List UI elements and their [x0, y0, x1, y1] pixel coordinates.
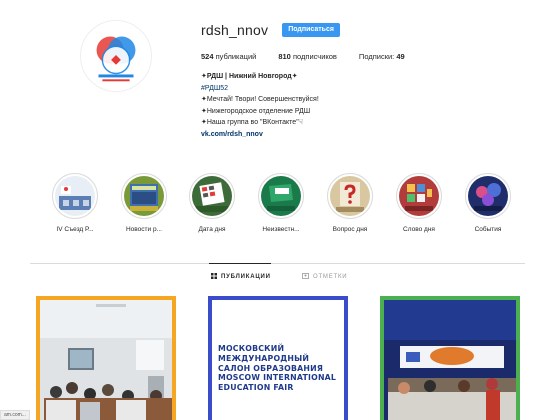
word-icon — [399, 176, 439, 216]
expo-banner-text: МОСКОВСКИЙ МЕЖДУНАРОДНЫЙ САЛОН ОБРАЗОВАН… — [218, 344, 336, 393]
story-highlight[interactable]: Неизвестн... — [251, 173, 311, 233]
forum-photo — [380, 296, 520, 420]
bio-link[interactable]: vk.com/rdsh_nnov — [201, 129, 319, 141]
story-ring — [327, 173, 373, 219]
grid-icon — [211, 273, 217, 281]
profile-stats: 524 публикаций 810 подписчиков Подписки:… — [201, 52, 427, 61]
follow-button[interactable]: Подписаться — [282, 23, 340, 37]
story-ring — [52, 173, 98, 219]
profile-username: rdsh_nnov — [201, 22, 269, 38]
story-highlight[interactable]: События — [458, 173, 518, 233]
posts-count-value: 524 — [201, 52, 214, 61]
story-highlight[interactable]: Вопрос дня — [320, 173, 380, 233]
story-ring — [396, 173, 442, 219]
post-thumbnail[interactable] — [36, 296, 176, 420]
facts-icon — [261, 176, 301, 216]
congress-photo-icon — [55, 176, 95, 216]
status-bar-url: am.com... — [0, 410, 30, 420]
classroom-photo — [36, 296, 176, 420]
followers-count-label: подписчиков — [292, 52, 337, 61]
story-label: Слово дня — [403, 226, 435, 233]
story-label: Дата дня — [198, 226, 226, 233]
question-icon — [330, 176, 370, 216]
tab-tagged-label: ОТМЕТКИ — [313, 274, 348, 280]
expo-line: МОСКОВСКИЙ — [218, 344, 285, 353]
post-thumbnail[interactable] — [380, 296, 520, 420]
expo-line: МЕЖДУНАРОДНЫЙ — [218, 353, 310, 363]
story-highlights: IV Съезд Р... Новости р... Дата дня Неиз… — [40, 173, 520, 243]
tabs-divider — [30, 263, 525, 264]
story-highlight[interactable]: Слово дня — [389, 173, 449, 233]
story-label: IV Съезд Р... — [56, 226, 94, 233]
followers-count[interactable]: 810 подписчиков — [278, 52, 337, 61]
bio-hashtag[interactable]: #РДШ52 — [201, 83, 319, 95]
active-tab-indicator — [209, 263, 271, 264]
following-count[interactable]: Подписки: 49 — [359, 52, 405, 61]
story-highlight[interactable]: Новости р... — [114, 173, 174, 233]
story-highlight[interactable]: Дата дня — [182, 173, 242, 233]
expo-line: EDUCATION FAIR — [218, 383, 294, 393]
posts-count-label: публикаций — [215, 52, 257, 61]
story-ring — [189, 173, 235, 219]
news-photo-icon — [124, 176, 164, 216]
events-icon — [468, 176, 508, 216]
story-ring — [465, 173, 511, 219]
story-ring — [121, 173, 167, 219]
profile-bio: ✦РДШ | Нижний Новгород✦ #РДШ52 ✦Мечтай! … — [201, 71, 319, 140]
rdsh-logo-icon — [81, 21, 151, 91]
bio-line-1: ✦Мечтай! Твори! Совершенствуйся! — [201, 96, 319, 103]
bio-title: ✦РДШ | Нижний Новгород✦ — [201, 73, 298, 80]
following-count-value: 49 — [396, 52, 405, 61]
profile-avatar[interactable] — [80, 20, 152, 92]
story-label: Вопрос дня — [332, 226, 368, 233]
post-thumbnail[interactable]: МОСКОВСКИЙ МЕЖДУНАРОДНЫЙ САЛОН ОБРАЗОВАН… — [208, 296, 348, 420]
story-label: События — [474, 226, 502, 233]
tab-posts[interactable]: ПУБЛИКАЦИИ — [211, 273, 271, 281]
tab-tagged[interactable]: ОТМЕТКИ — [302, 273, 347, 281]
expo-line: MOSCOW INTERNATIONAL — [218, 373, 337, 383]
story-label: Новости р... — [125, 226, 162, 233]
tab-posts-label: ПУБЛИКАЦИИ — [221, 274, 271, 280]
bio-line-2: ✦Нижегородское отделение РДШ — [201, 107, 311, 115]
calendar-icon — [192, 176, 232, 216]
tag-icon — [302, 273, 309, 281]
bio-line-3: ✦Наша группа во "ВКонтакте"☟ — [201, 119, 303, 126]
story-label: Неизвестн... — [262, 226, 300, 233]
story-highlight[interactable]: IV Съезд Р... — [45, 173, 105, 233]
expo-line: САЛОН ОБРАЗОВАНИЯ — [218, 363, 324, 373]
posts-count: 524 публикаций — [201, 52, 256, 61]
followers-count-value: 810 — [278, 52, 291, 61]
following-count-label: Подписки: — [358, 52, 395, 61]
story-ring — [258, 173, 304, 219]
